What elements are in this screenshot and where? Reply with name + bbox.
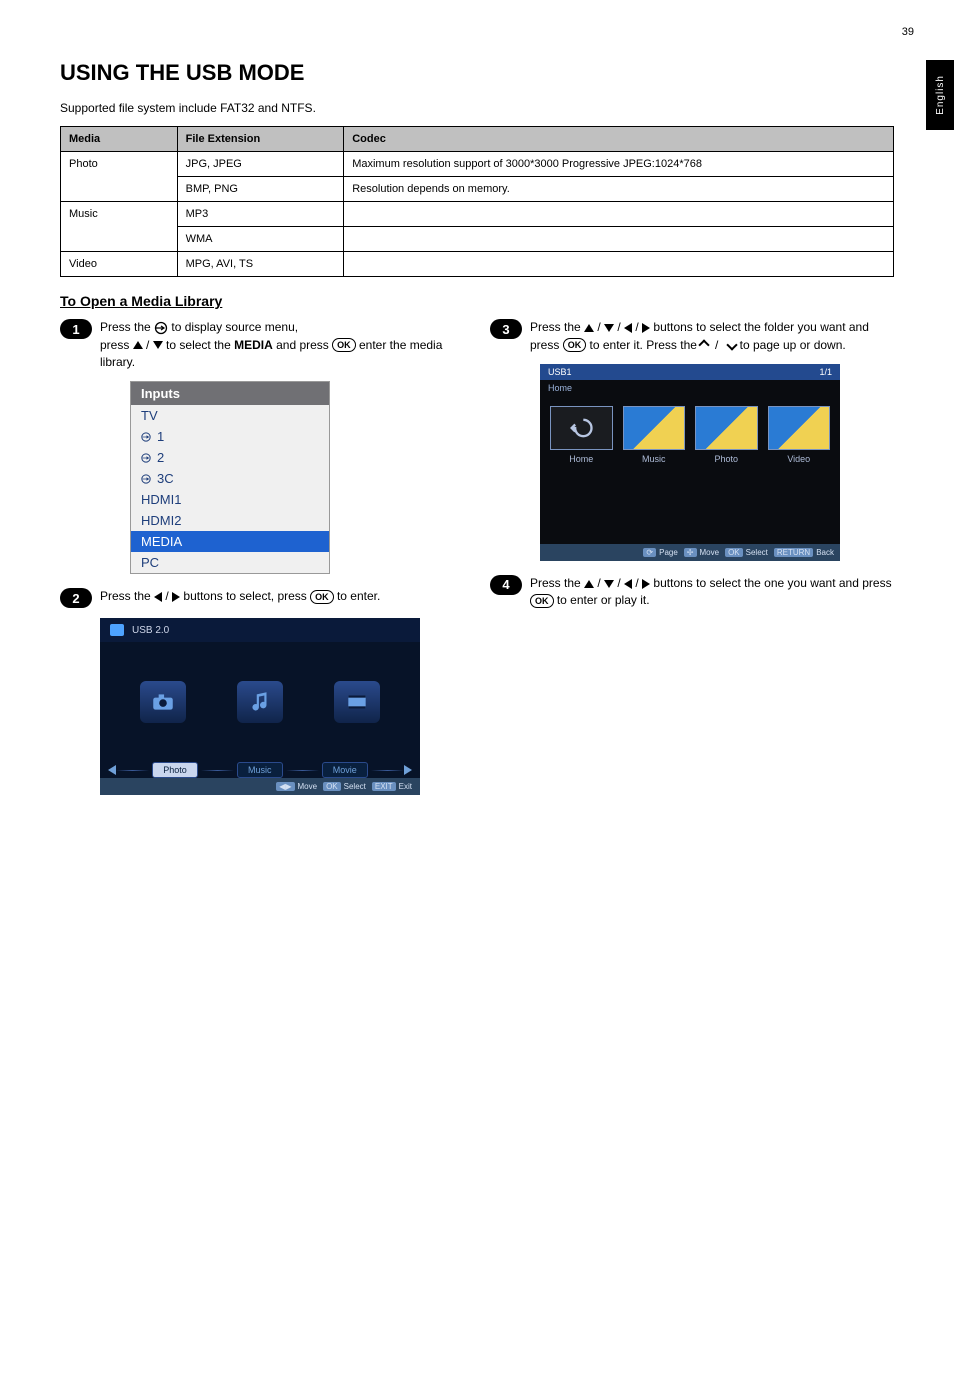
inputs-menu-item[interactable]: 1 xyxy=(131,426,329,447)
source-icon xyxy=(154,321,168,335)
inputs-menu-item[interactable]: HDMI2 xyxy=(131,510,329,531)
step-text: Press the to display source menu, press … xyxy=(100,319,464,371)
cell-ext: MP3 xyxy=(177,202,344,227)
page-title: USING THE USB MODE xyxy=(60,60,894,86)
camera-icon xyxy=(150,689,176,715)
folder-tile[interactable]: Photo xyxy=(695,406,758,464)
arrow-down-icon xyxy=(604,580,614,588)
legend-exit: EXITExit xyxy=(372,782,412,791)
legend-select: OKSelect xyxy=(725,548,768,557)
inputs-menu-item[interactable]: PC xyxy=(131,552,329,573)
cell-codec: Resolution depends on memory. xyxy=(344,177,894,202)
cell-ext: MPG, AVI, TS xyxy=(177,252,344,277)
arrow-right-icon xyxy=(172,592,180,602)
media-tab[interactable]: Movie xyxy=(322,762,368,778)
device-title: USB1 xyxy=(548,367,572,377)
nav-right-icon[interactable] xyxy=(404,765,412,775)
media-tab[interactable]: Photo xyxy=(152,762,198,778)
inputs-menu-title: Inputs xyxy=(131,382,329,405)
input-src-icon xyxy=(141,453,151,463)
page-number: 39 xyxy=(902,26,914,38)
cell-codec xyxy=(344,227,894,252)
arrow-down-icon xyxy=(604,324,614,332)
step-1: 1 Press the to display source menu, pres… xyxy=(60,319,464,371)
back-arrow-icon xyxy=(567,414,595,442)
supported-files-table: Media File Extension Codec Photo JPG, JP… xyxy=(60,126,894,277)
arrow-up-icon xyxy=(133,341,143,349)
th-media: Media xyxy=(61,127,178,152)
cell-codec xyxy=(344,252,894,277)
folder-tile[interactable]: Music xyxy=(623,406,686,464)
input-src-icon xyxy=(141,474,151,484)
step-text: Press the / / / buttons to select the fo… xyxy=(530,319,894,354)
legend-select: OKSelect xyxy=(323,782,366,791)
cell-codec: Maximum resolution support of 3000*3000 … xyxy=(344,152,894,177)
chevron-up-icon xyxy=(699,340,710,351)
section-subhead: To Open a Media Library xyxy=(60,293,894,309)
arrow-left-icon xyxy=(154,592,162,602)
cell-ext: WMA xyxy=(177,227,344,252)
ok-button-icon: OK xyxy=(310,590,334,604)
th-codec: Codec xyxy=(344,127,894,152)
music-note-icon xyxy=(247,689,273,715)
step-4: 4 Press the / / / buttons to select the … xyxy=(490,575,894,610)
media-tab[interactable]: Music xyxy=(237,762,283,778)
media-folder-browser: USB1 1/1 Home Home Music Photo Video xyxy=(540,364,840,561)
inputs-menu-item[interactable]: 2 xyxy=(131,447,329,468)
inputs-menu-item[interactable]: HDMI1 xyxy=(131,489,329,510)
step-3: 3 Press the / / / buttons to select the … xyxy=(490,319,894,354)
step-badge: 4 xyxy=(490,575,522,595)
step-2: 2 Press the / buttons to select, press O… xyxy=(60,588,464,608)
step-text: Press the / buttons to select, press OK … xyxy=(100,588,464,605)
inputs-menu: Inputs TV 1 2 3C HDMI1 HDMI2 MEDIA PC xyxy=(130,381,330,574)
film-reel-icon xyxy=(344,689,370,715)
legend-back: RETURNBack xyxy=(774,548,834,557)
input-src-icon xyxy=(141,432,151,442)
inputs-menu-item[interactable]: TV xyxy=(131,405,329,426)
breadcrumb: Home xyxy=(540,380,840,396)
folder-tile-home[interactable]: Home xyxy=(550,406,613,464)
media-category-movie[interactable] xyxy=(334,681,380,723)
folder-tile[interactable]: Video xyxy=(768,406,831,464)
th-ext: File Extension xyxy=(177,127,344,152)
chevron-down-icon xyxy=(727,340,738,351)
nav-left-icon[interactable] xyxy=(108,765,116,775)
cell-ext: BMP, PNG xyxy=(177,177,344,202)
page-indicator: 1/1 xyxy=(819,367,832,377)
legend-page: ⟳Page xyxy=(643,548,677,557)
language-tab: English xyxy=(926,60,954,130)
step-badge: 1 xyxy=(60,319,92,339)
step-text: Press the / / / buttons to select the on… xyxy=(530,575,894,610)
legend-move: ◀▶Move xyxy=(276,782,317,791)
arrow-left-icon xyxy=(624,323,632,333)
step-badge: 3 xyxy=(490,319,522,339)
arrow-right-icon xyxy=(642,323,650,333)
cell-media: Photo xyxy=(61,152,178,202)
ok-button-icon: OK xyxy=(563,338,587,352)
intro-text: Supported file system include FAT32 and … xyxy=(60,100,894,116)
arrow-down-icon xyxy=(153,341,163,349)
step-badge: 2 xyxy=(60,588,92,608)
usb-device-label: USB 2.0 xyxy=(132,625,169,636)
ok-button-icon: OK xyxy=(530,594,554,608)
usb-drive-icon xyxy=(110,624,124,636)
cell-media: Video xyxy=(61,252,178,277)
arrow-up-icon xyxy=(584,580,594,588)
arrow-up-icon xyxy=(584,324,594,332)
arrow-right-icon xyxy=(642,579,650,589)
media-category-photo[interactable] xyxy=(140,681,186,723)
ok-button-icon: OK xyxy=(332,338,356,352)
media-root-browser: USB 2.0 Photo xyxy=(100,618,420,795)
cell-ext: JPG, JPEG xyxy=(177,152,344,177)
inputs-menu-item[interactable]: 3C xyxy=(131,468,329,489)
legend-move: ✢Move xyxy=(684,548,719,557)
arrow-left-icon xyxy=(624,579,632,589)
cell-media: Music xyxy=(61,202,178,252)
media-category-music[interactable] xyxy=(237,681,283,723)
inputs-menu-item-selected[interactable]: MEDIA xyxy=(131,531,329,552)
cell-codec xyxy=(344,202,894,227)
